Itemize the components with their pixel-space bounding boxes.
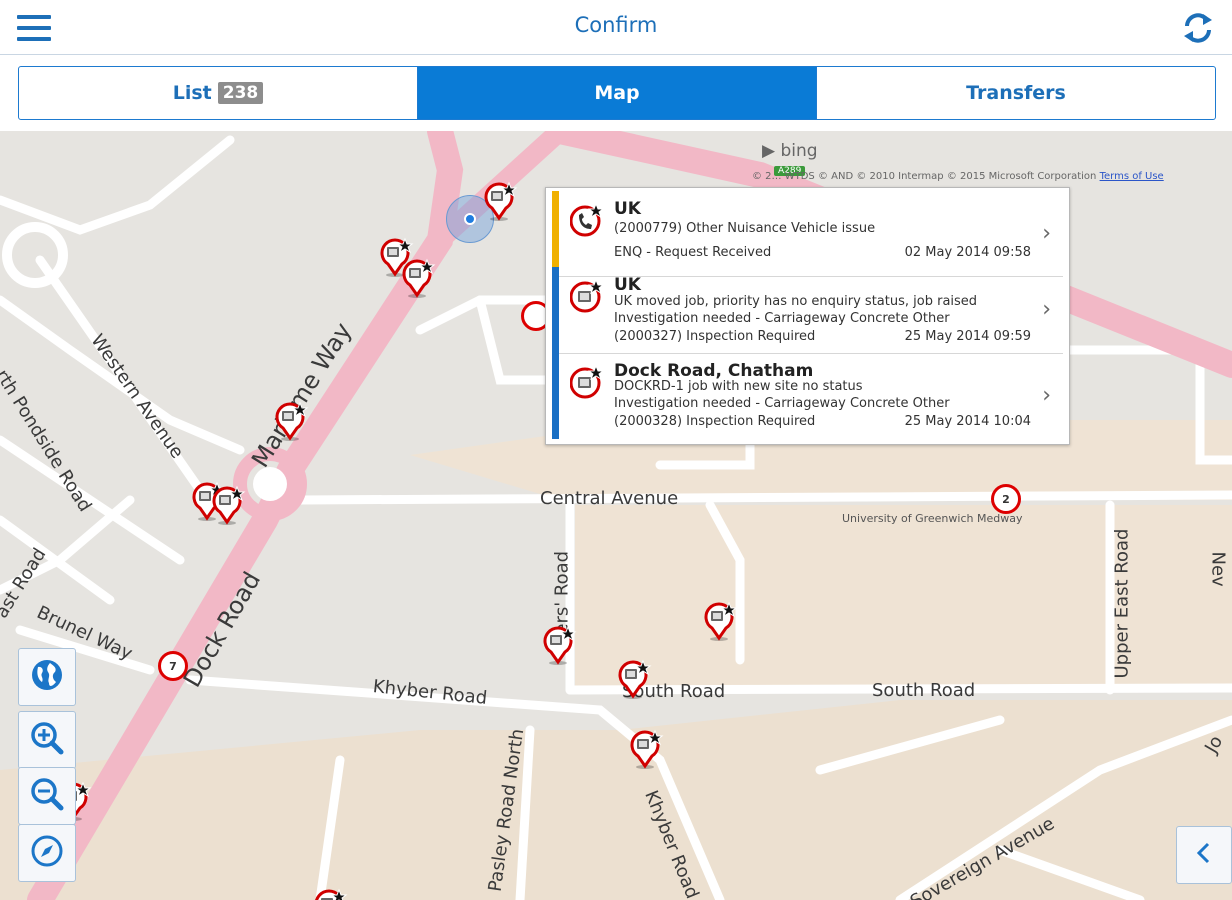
view-tabs: List 238 Map Transfers: [18, 66, 1216, 120]
bing-logo: ▶ bing: [762, 141, 818, 161]
location-dot-icon: [464, 213, 476, 225]
place-label-university: University of Greenwich Medway: [842, 512, 1023, 525]
tab-list[interactable]: List 238: [19, 67, 418, 119]
item-line-2: Investigation needed - Carriageway Concr…: [614, 311, 950, 326]
phone-enquiry-icon: [569, 202, 605, 241]
status-bar: [552, 353, 559, 439]
item-title: Dock Road, Chatham: [614, 361, 814, 381]
job-pin-icon[interactable]: [400, 258, 436, 300]
terms-of-use-link[interactable]: Terms of Use: [1100, 171, 1164, 182]
street-label-central-avenue: Central Avenue: [540, 488, 679, 509]
tab-map[interactable]: Map: [418, 67, 817, 119]
list-count-badge: 238: [217, 82, 264, 104]
job-icon: [569, 278, 605, 317]
page-title: Confirm: [574, 13, 658, 37]
item-line-1: DOCKRD-1 job with new site no status: [614, 379, 863, 394]
tab-list-label: List: [172, 82, 212, 104]
status-bar: [552, 191, 559, 276]
chevron-right-icon: ›: [1042, 383, 1051, 408]
compass-button[interactable]: [18, 824, 76, 882]
chevron-right-icon: ›: [1042, 221, 1051, 246]
tab-transfers[interactable]: Transfers: [817, 67, 1215, 119]
job-pin-icon[interactable]: [616, 659, 652, 701]
street-label-south-road-2: South Road: [872, 680, 976, 701]
side-panel-toggle-button[interactable]: [1176, 826, 1232, 884]
chevron-left-icon: [1194, 840, 1214, 870]
street-label-upper-east-road: Upper East Road: [1111, 528, 1133, 679]
zoom-out-button[interactable]: [18, 767, 76, 825]
item-line-3: (2000328) Inspection Required: [614, 414, 816, 429]
item-date: 25 May 2014 09:59: [904, 329, 1031, 344]
job-icon: [569, 364, 605, 403]
job-pin-icon[interactable]: [210, 485, 246, 527]
status-bar: [552, 267, 559, 353]
popup-item[interactable]: Dock Road, Chatham DOCKRD-1 job with new…: [552, 353, 1063, 439]
item-line-2: ENQ - Request Received: [614, 245, 772, 260]
zoom-out-icon: [29, 776, 65, 816]
item-date: 25 May 2014 10:04: [904, 414, 1031, 429]
item-line-1: (2000779) Other Nuisance Vehicle issue: [614, 221, 876, 236]
copyright-text: © 2… WTDS © AND © 2010 Intermap © 2015 M…: [752, 171, 1097, 182]
popup-item[interactable]: UK (2000779) Other Nuisance Vehicle issu…: [552, 191, 1063, 277]
compass-icon: [30, 834, 64, 872]
item-line-2: Investigation needed - Carriageway Concr…: [614, 396, 950, 411]
job-pin-icon[interactable]: [628, 729, 664, 771]
job-pin-icon[interactable]: [482, 181, 518, 223]
job-pin-icon[interactable]: [312, 888, 348, 900]
popup-item[interactable]: UK UK moved job, priority has no enquiry…: [552, 267, 1063, 354]
chevron-right-icon: ›: [1042, 297, 1051, 322]
item-line-3: (2000327) Inspection Required: [614, 329, 816, 344]
globe-icon: [30, 658, 64, 696]
street-label-new: Nev: [1207, 551, 1229, 587]
refresh-icon[interactable]: [1178, 8, 1218, 48]
item-date: 02 May 2014 09:58: [904, 245, 1031, 260]
item-title: UK: [614, 275, 641, 295]
job-pin-icon[interactable]: [273, 401, 309, 443]
globe-button[interactable]: [18, 648, 76, 706]
cluster-marker[interactable]: 2: [991, 484, 1021, 514]
zoom-in-icon: [29, 720, 65, 760]
cluster-marker[interactable]: 7: [158, 651, 188, 681]
tab-map-label: Map: [594, 82, 640, 104]
job-list-popup: UK (2000779) Other Nuisance Vehicle issu…: [545, 187, 1070, 445]
tab-transfers-label: Transfers: [966, 82, 1066, 104]
map-attribution: © 2… WTDS © AND © 2010 Intermap © 2015 M…: [752, 171, 1164, 182]
job-pin-icon[interactable]: [541, 625, 577, 667]
bing-text: bing: [780, 141, 818, 161]
zoom-in-button[interactable]: [18, 711, 76, 769]
item-title: UK: [614, 199, 641, 219]
top-bar: Confirm: [0, 0, 1232, 55]
job-pin-icon[interactable]: [702, 601, 738, 643]
item-line-1: UK moved job, priority has no enquiry st…: [614, 294, 978, 309]
